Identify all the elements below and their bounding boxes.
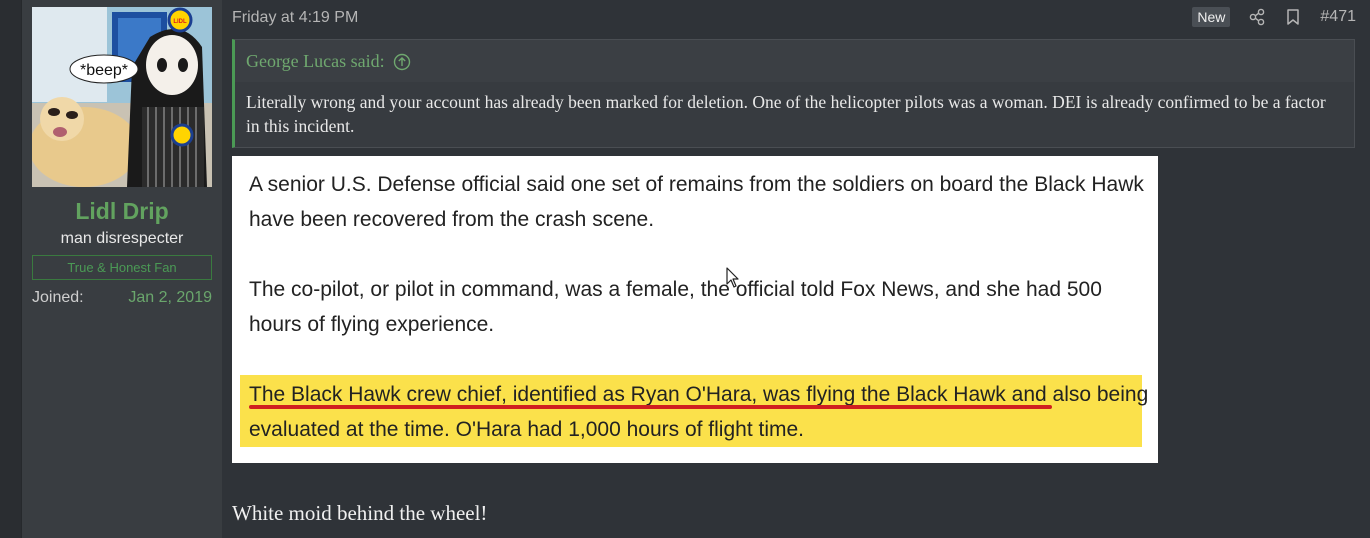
post-actions: New #471 <box>1192 7 1356 27</box>
left-gutter <box>0 0 22 538</box>
quote-body: Literally wrong and your account has alr… <box>246 92 1326 136</box>
quote-author-link[interactable]: George Lucas said: <box>246 51 411 72</box>
user-title: man disrespecter <box>60 230 184 247</box>
avatar[interactable]: *beep* LIDL <box>32 7 212 187</box>
embedded-paragraph-2: The co-pilot, or pilot in command, was a… <box>249 278 1102 336</box>
embedded-paragraph-1: A senior U.S. Defense official said one … <box>249 173 1144 231</box>
username[interactable]: Lidl Drip <box>22 198 222 225</box>
joined-value: Jan 2, 2019 <box>128 289 212 306</box>
post-number[interactable]: #471 <box>1320 8 1356 26</box>
post-main: Friday at 4:19 PM New #471 George Lucas … <box>222 0 1370 538</box>
quote-author: George Lucas said: <box>246 51 385 71</box>
user-panel: *beep* LIDL Lidl Drip man disrespecter T… <box>22 0 222 538</box>
user-banner: True & Honest Fan <box>32 255 212 280</box>
bookmark-icon[interactable] <box>1284 8 1302 26</box>
quote-block: George Lucas said: Literally wrong and y… <box>232 39 1355 148</box>
new-badge: New <box>1192 7 1231 27</box>
embedded-image[interactable]: A senior U.S. Defense official said one … <box>232 156 1158 463</box>
embedded-paragraph-3: The Black Hawk crew chief, identified as… <box>249 383 1149 441</box>
share-icon[interactable] <box>1248 8 1266 26</box>
mouse-cursor-icon <box>726 267 739 288</box>
avatar-image: *beep* LIDL <box>32 7 212 187</box>
joined-label: Joined: <box>32 289 84 306</box>
post-date[interactable]: Friday at 4:19 PM <box>232 9 358 27</box>
reply-text: White moid behind the wheel! <box>232 501 488 525</box>
arrow-up-circle-icon <box>393 53 410 70</box>
red-underline <box>249 405 1052 409</box>
avatar-logo-text: LIDL <box>173 19 187 25</box>
avatar-caption: *beep* <box>80 62 128 79</box>
